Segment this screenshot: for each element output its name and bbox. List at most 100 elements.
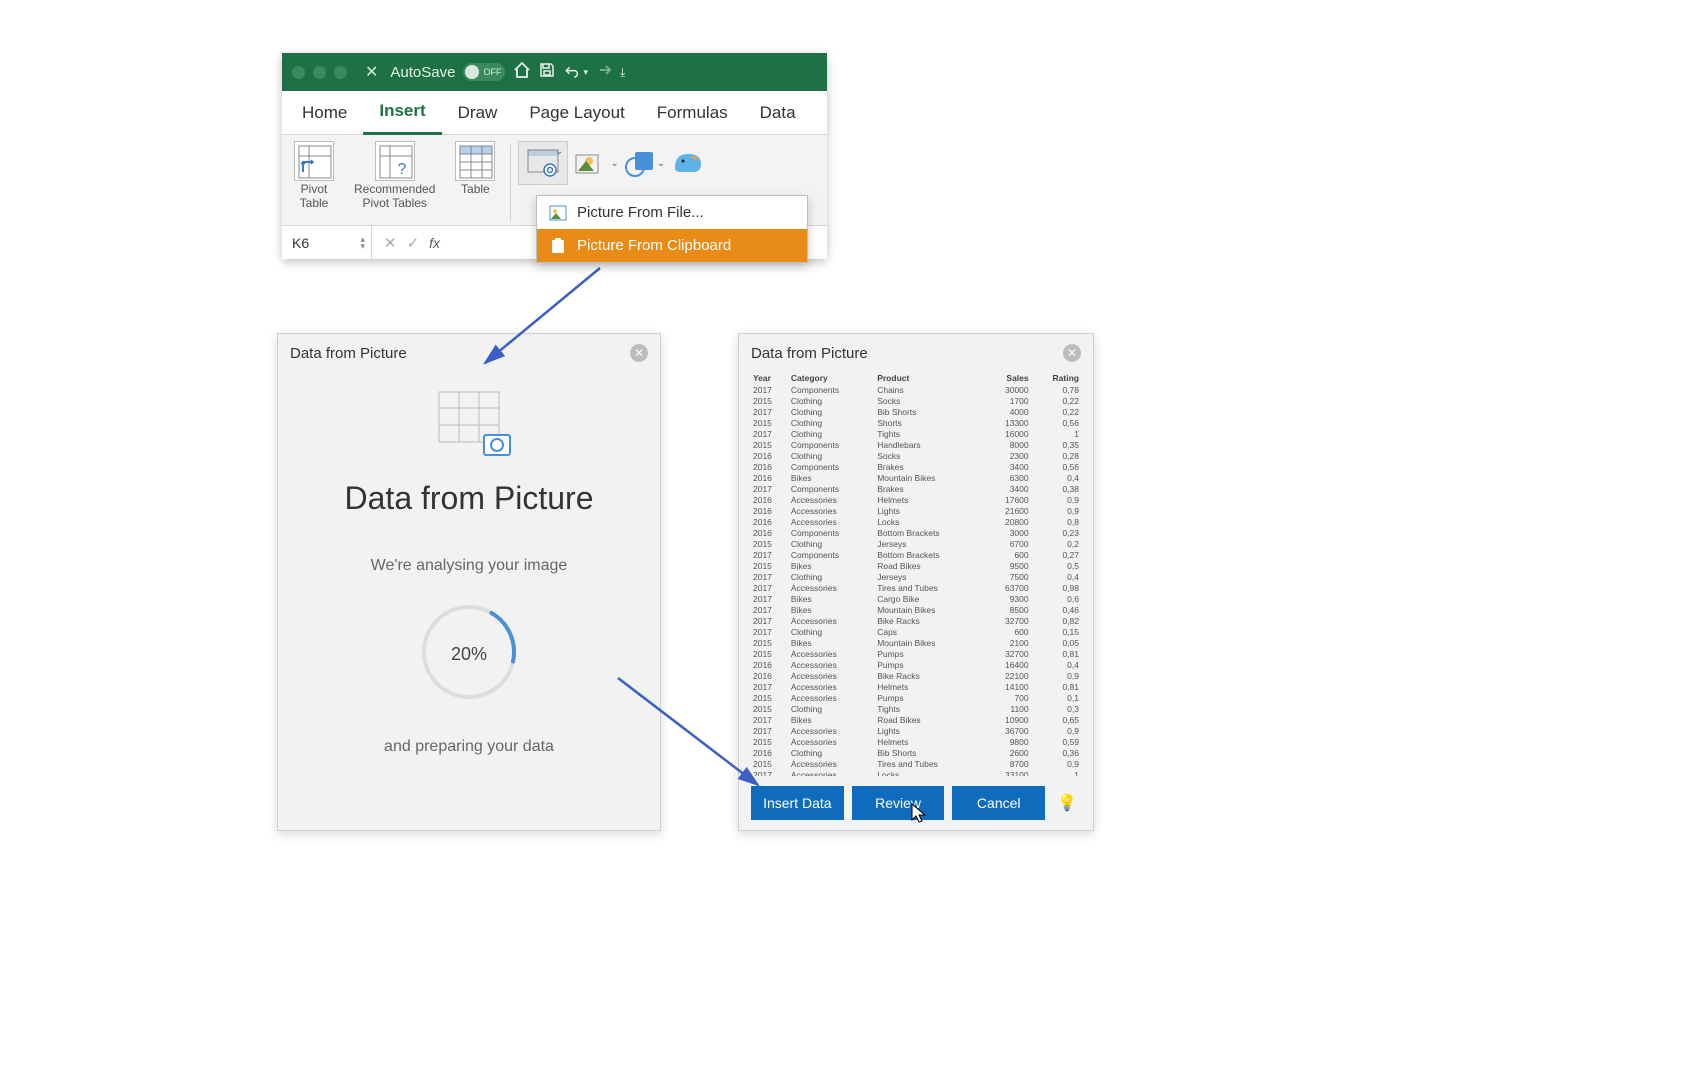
autosave-toggle[interactable]: OFF [463, 63, 505, 81]
table-row[interactable]: 2017ClothingBib Shorts40000,22 [751, 406, 1081, 417]
table-row[interactable]: 2016ComponentsBrakes34000,56 [751, 461, 1081, 472]
tab-data[interactable]: Data [744, 91, 812, 135]
illustrations-button[interactable]: ⌄ [625, 149, 665, 177]
table-label: Table [461, 183, 490, 197]
shapes-button[interactable]: ⌄ [574, 149, 618, 177]
progress-percent: 20% [414, 597, 524, 712]
pivot-table-label: Pivot Table [300, 183, 329, 211]
name-box-stepper[interactable]: ▴▾ [360, 236, 365, 250]
data-from-picture-icon [433, 390, 505, 450]
table-header: Sales [985, 372, 1031, 384]
rec-pivot-label: Recommended Pivot Tables [354, 183, 435, 211]
table-row[interactable]: 2017AccessoriesTires and Tubes637000,98 [751, 582, 1081, 593]
table-row[interactable]: 2015ClothingJerseys67000,2 [751, 538, 1081, 549]
close-icon[interactable]: ✕ [1063, 344, 1081, 362]
tab-insert[interactable]: Insert [363, 91, 441, 135]
ribbon-body: Pivot Table ? Recommended Pivot Tables T… [282, 135, 827, 225]
table-row[interactable]: 2016AccessoriesHelmets176000,9 [751, 494, 1081, 505]
progress-subtext-2: and preparing your data [384, 738, 554, 756]
data-table: YearCategoryProductSalesRating 2017Compo… [751, 372, 1081, 776]
table-row[interactable]: 2017ComponentsBrakes34000,38 [751, 483, 1081, 494]
table-row[interactable]: 2016BikesMountain Bikes63000,4 [751, 472, 1081, 483]
save-icon[interactable] [539, 62, 555, 83]
pictures-dropdown: Picture From File... Picture From Clipbo… [536, 195, 808, 263]
cancel-button[interactable]: Cancel [952, 786, 1045, 820]
data-panel-title: Data from Picture [751, 345, 868, 362]
table-row[interactable]: 2017ComponentsChains300000,78 [751, 384, 1081, 395]
table-row[interactable]: 2015ClothingShorts133000,56 [751, 417, 1081, 428]
fx-label[interactable]: fx [429, 235, 440, 251]
close-icon[interactable]: ✕ [630, 344, 648, 362]
table-row[interactable]: 2017ClothingTights160001 [751, 428, 1081, 439]
table-row[interactable]: 2015AccessoriesPumps327000,81 [751, 648, 1081, 659]
table-row[interactable]: 2015BikesRoad Bikes95000,5 [751, 560, 1081, 571]
table-header: Category [789, 372, 875, 384]
chevron-down-icon: ⌄ [610, 158, 618, 169]
qat-more-icon[interactable]: ⤓ [620, 65, 625, 80]
table-row[interactable]: 2017ClothingJerseys75000,4 [751, 571, 1081, 582]
table-row[interactable]: 2017ClothingCaps6000,15 [751, 626, 1081, 637]
autosave-label: AutoSave [390, 64, 455, 81]
excel-ribbon-panel: ✕ AutoSave OFF ▾ ⤓ Home Insert Draw Page… [282, 53, 827, 259]
table-row[interactable]: 2016AccessoriesPumps164000,4 [751, 659, 1081, 670]
camera-icon [483, 434, 511, 456]
tab-page-layout[interactable]: Page Layout [513, 91, 640, 135]
picture-from-clipboard-item[interactable]: Picture From Clipboard [537, 229, 807, 262]
picture-from-file-label: Picture From File... [577, 204, 704, 221]
table-row[interactable]: 2017AccessoriesLights367000,9 [751, 725, 1081, 736]
picture-from-file-item[interactable]: Picture From File... [537, 196, 807, 229]
icons-button[interactable] [671, 146, 705, 181]
progress-title: Data from Picture [290, 345, 407, 362]
ribbon-separator [510, 145, 511, 221]
tab-formulas[interactable]: Formulas [641, 91, 744, 135]
table-row[interactable]: 2016ComponentsBottom Brackets30000,23 [751, 527, 1081, 538]
ribbon-tabs: Home Insert Draw Page Layout Formulas Da… [282, 91, 827, 135]
table-row[interactable]: 2016ClothingSocks23000,28 [751, 450, 1081, 461]
chevron-down-icon: ⌄ [657, 158, 665, 169]
table-button[interactable]: Table [447, 141, 503, 225]
close-icon[interactable]: ✕ [365, 62, 378, 82]
traffic-dot-close[interactable] [292, 66, 305, 79]
table-row[interactable]: 2015ClothingSocks17000,22 [751, 395, 1081, 406]
name-box[interactable]: K6 ▴▾ [282, 226, 372, 260]
redo-icon[interactable] [596, 63, 612, 82]
table-row[interactable]: 2017AccessoriesHelmets141000,81 [751, 681, 1081, 692]
progress-heading: Data from Picture [345, 480, 594, 517]
table-row[interactable]: 2016AccessoriesLights216000,9 [751, 505, 1081, 516]
table-row[interactable]: 2017AccessoriesLocks331001 [751, 769, 1081, 776]
rec-pivot-button[interactable]: ? Recommended Pivot Tables [346, 141, 443, 225]
table-row[interactable]: 2015AccessoriesPumps7000,1 [751, 692, 1081, 703]
table-row[interactable]: 2016ClothingBib Shorts26000,36 [751, 747, 1081, 758]
review-button[interactable]: Review [852, 786, 945, 820]
cancel-formula-icon[interactable]: ✕ [384, 234, 397, 252]
tab-draw[interactable]: Draw [442, 91, 514, 135]
table-row[interactable]: 2017BikesCargo Bike93000,6 [751, 593, 1081, 604]
table-row[interactable]: 2015AccessoriesTires and Tubes87000,9 [751, 758, 1081, 769]
insert-data-button[interactable]: Insert Data [751, 786, 844, 820]
table-row[interactable]: 2017AccessoriesBike Racks327000,82 [751, 615, 1081, 626]
accept-formula-icon[interactable]: ✓ [407, 234, 420, 252]
data-panel: Data from Picture ✕ YearCategoryProductS… [738, 333, 1094, 831]
pictures-button[interactable]: ⌄ [518, 141, 568, 185]
table-row[interactable]: 2015BikesMountain Bikes21000,05 [751, 637, 1081, 648]
chevron-down-icon: ⌄ [555, 146, 563, 157]
table-row[interactable]: 2017BikesRoad Bikes109000,65 [751, 714, 1081, 725]
traffic-dot-min[interactable] [313, 66, 326, 79]
pivot-table-button[interactable]: Pivot Table [286, 141, 342, 225]
table-row[interactable]: 2017ComponentsBottom Brackets6000,27 [751, 549, 1081, 560]
table-row[interactable]: 2016AccessoriesLocks208000,8 [751, 516, 1081, 527]
table-row[interactable]: 2015ComponentsHandlebars80000,35 [751, 439, 1081, 450]
table-icon [455, 141, 495, 181]
undo-button[interactable]: ▾ [563, 65, 588, 79]
data-table-wrap[interactable]: YearCategoryProductSalesRating 2017Compo… [739, 372, 1093, 776]
traffic-dot-max[interactable] [334, 66, 347, 79]
pivot-table-icon [294, 141, 334, 181]
lightbulb-icon[interactable]: 💡 [1053, 793, 1081, 813]
tab-home[interactable]: Home [286, 91, 363, 135]
table-row[interactable]: 2015AccessoriesHelmets98000,59 [751, 736, 1081, 747]
table-row[interactable]: 2017BikesMountain Bikes85000,46 [751, 604, 1081, 615]
table-row[interactable]: 2015ClothingTights11000,3 [751, 703, 1081, 714]
table-row[interactable]: 2016AccessoriesBike Racks221000,9 [751, 670, 1081, 681]
home-icon[interactable] [513, 62, 531, 83]
progress-ring: 20% [414, 597, 524, 712]
